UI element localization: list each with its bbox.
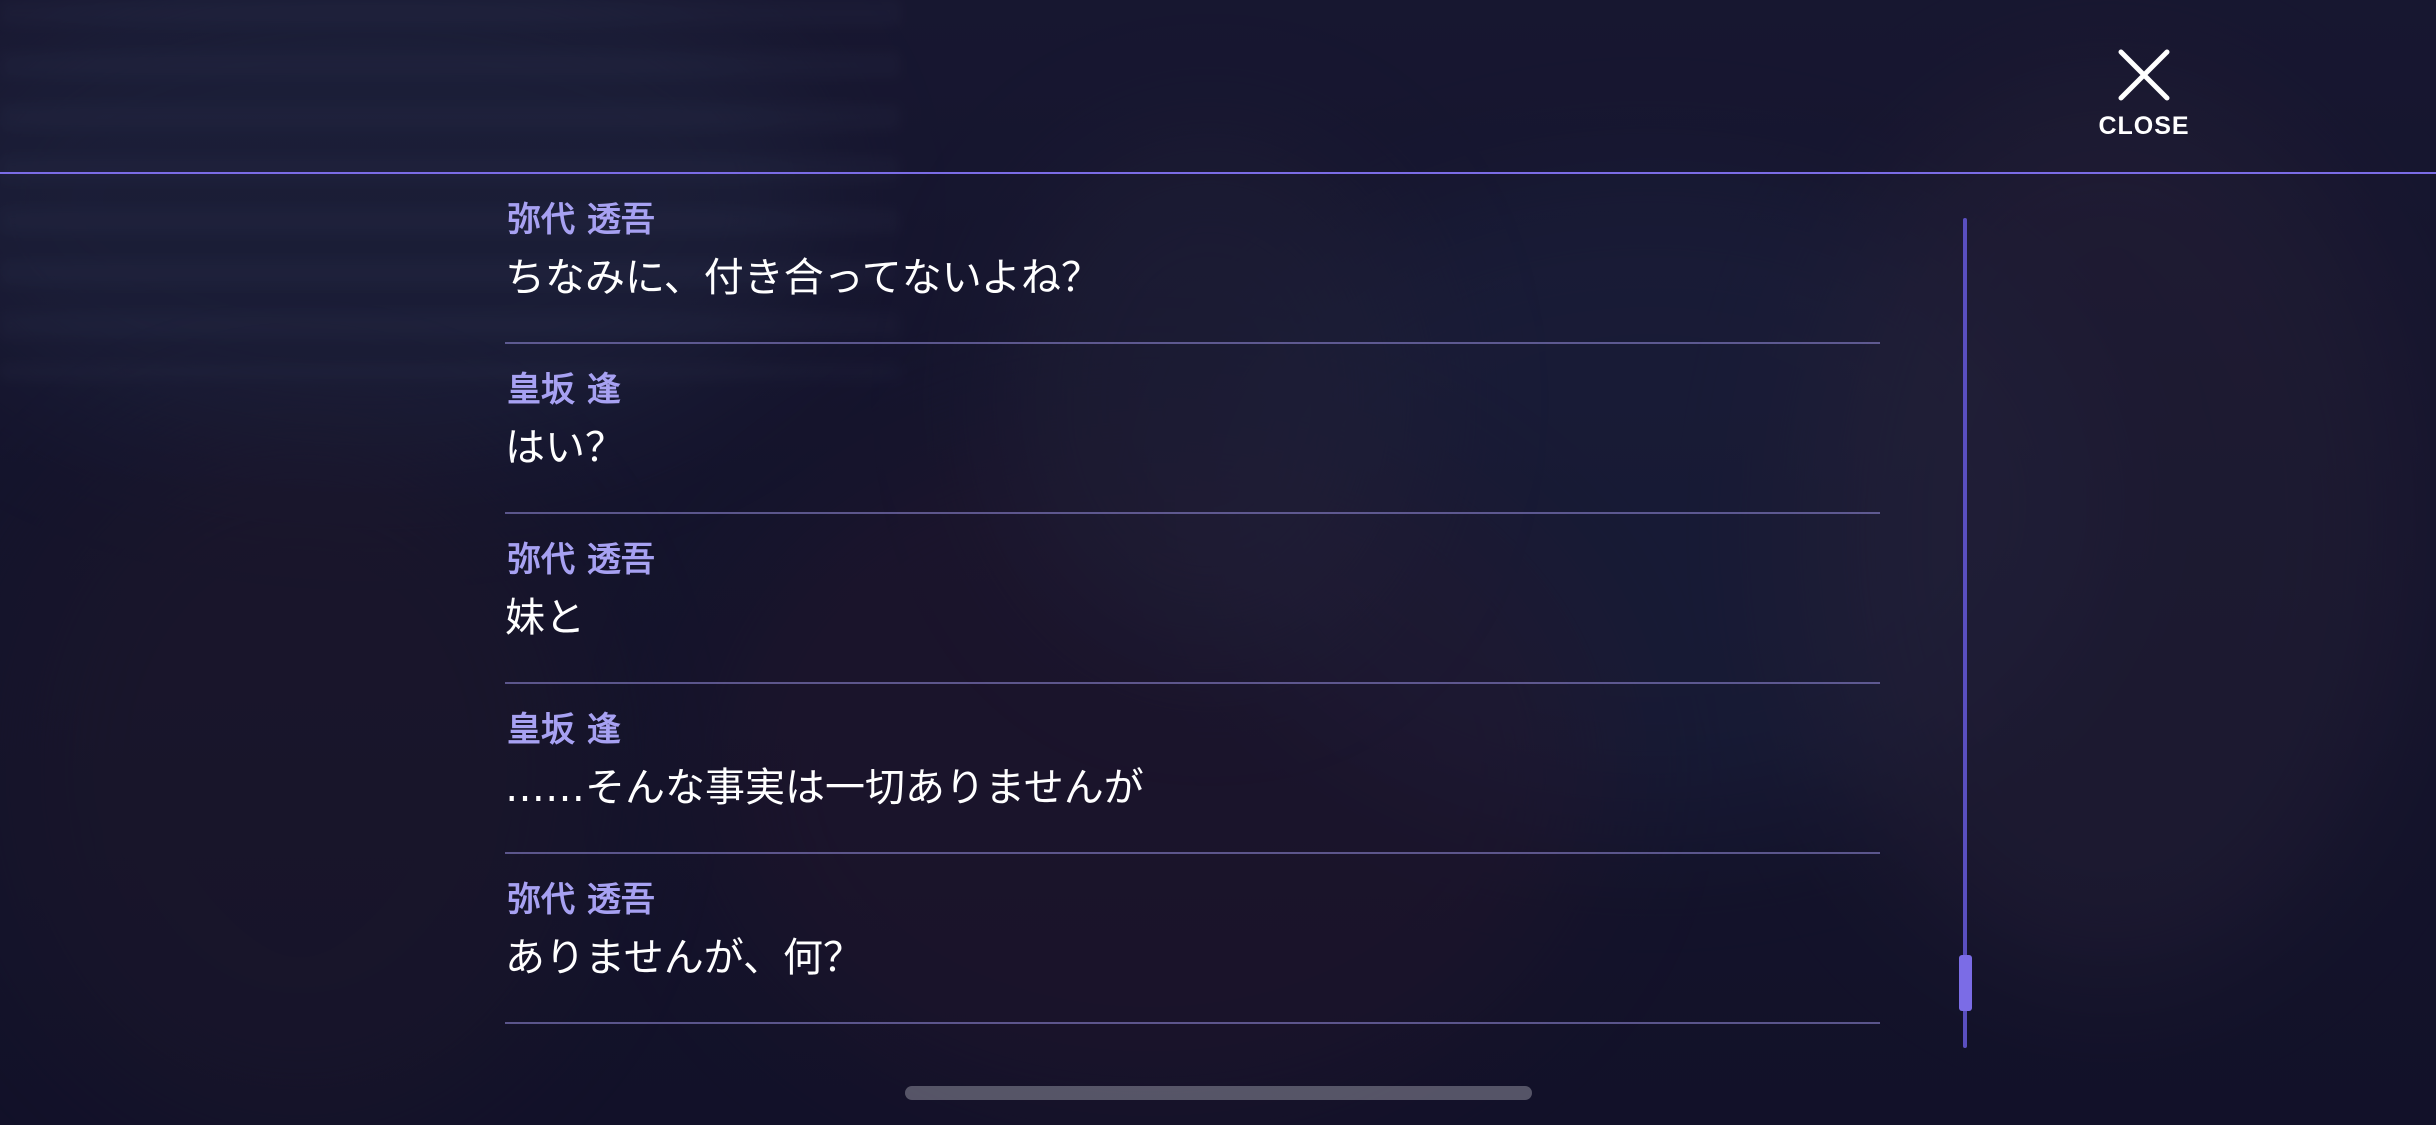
scrollbar-thumb[interactable]	[1959, 955, 1972, 1011]
scrollbar-track[interactable]	[1963, 218, 1967, 1048]
home-indicator[interactable]	[905, 1086, 1532, 1100]
dialogue-text: 妹と	[505, 595, 585, 641]
log-entry: 皇坂 逢 ……そんな事実は一切ありませんが	[505, 684, 1880, 854]
log-entry: 弥代 透吾 ちなみに、付き合ってないよね？	[505, 174, 1880, 344]
close-x-icon	[2118, 49, 2170, 101]
dialogue-text: ……そんな事実は一切ありませんが	[505, 765, 1144, 811]
log-entry: 皇坂 逢 はい？	[505, 344, 1880, 514]
close-button[interactable]: CLOSE	[2094, 46, 2194, 156]
dialogue-text: ちなみに、付き合ってないよね？	[505, 255, 1101, 301]
speaker-name: 皇坂 逢	[507, 710, 621, 750]
log-entry: 弥代 透吾 ありませんが、何？	[505, 854, 1880, 1024]
speaker-name: 弥代 透吾	[507, 200, 655, 240]
dialogue-log-list[interactable]: 弥代 透吾 ちなみに、付き合ってないよね？ 皇坂 逢 はい？ 弥代 透吾 妹と …	[505, 174, 1880, 1024]
close-label: CLOSE	[2098, 112, 2190, 140]
speaker-name: 皇坂 逢	[507, 370, 621, 410]
speaker-name: 弥代 透吾	[507, 880, 655, 920]
dialogue-text: ありませんが、何？	[505, 935, 863, 981]
log-entry: 弥代 透吾 妹と	[505, 514, 1880, 684]
dialogue-text: はい？	[505, 425, 625, 471]
speaker-name: 弥代 透吾	[507, 540, 655, 580]
